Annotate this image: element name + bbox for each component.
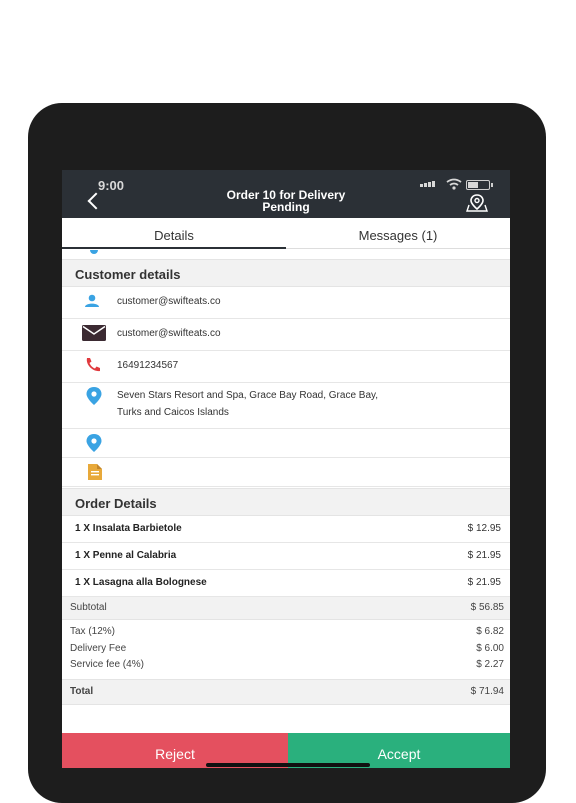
address-line-1[interactable]: Seven Stars Resort and Spa, Grace Bay Ro… [117,387,378,404]
item-price: $ 12.95 [467,523,501,534]
item-name: 1 X Lasagna alla Bolognese [75,577,207,588]
location-icon [90,250,98,254]
page-title: Order 10 for Delivery Pending [186,189,386,213]
active-tab-indicator [62,247,286,249]
section-title: Customer details [75,267,181,282]
status-time: 9:00 [98,178,125,193]
tab-bar: Details Messages (1) [62,218,510,248]
tab-details[interactable]: Details [62,228,286,243]
address-line-2[interactable]: Turks and Caicos Islands [117,404,229,421]
location-icon [86,387,102,405]
item-price: $ 21.95 [467,577,501,588]
item-name: 1 X Insalata Barbietole [75,523,182,534]
signal-icon [420,181,435,187]
order-item: 1 X Penne al Calabria $ 21.95 [62,543,510,570]
notes-row [62,458,510,487]
service-fee-label: Service fee (4%) [70,659,144,670]
delivery-fee-row: Delivery Fee $ 6.00 [62,643,510,659]
nav-bar: 9:00 Order 10 for Delivery Pending [62,170,510,218]
section-title: Order Details [75,496,157,511]
customer-phone[interactable]: 16491234567 [117,357,178,374]
home-indicator [206,763,370,767]
item-name: 1 X Penne al Calabria [75,550,177,561]
customer-username[interactable]: customer@swifteats.co [117,293,221,310]
customer-username-row: customer@swifteats.co [62,287,510,319]
tax-label: Tax (12%) [70,626,116,637]
map-pin-icon[interactable] [466,194,488,212]
customer-phone-row: 16491234567 [62,351,510,383]
service-fee-row: Service fee (4%) $ 2.27 [62,659,510,675]
phone-icon [86,358,100,372]
customer-address-row: Seven Stars Resort and Spa, Grace Bay Ro… [62,383,510,429]
subtotal-value: $ 56.85 [470,602,504,613]
item-price: $ 21.95 [467,550,501,561]
tab-messages[interactable]: Messages (1) [286,228,510,243]
wifi-icon [446,178,462,190]
subtotal-row: Subtotal $ 56.85 [62,597,510,620]
delivery-fee-label: Delivery Fee [70,643,127,654]
customer-details-header: Customer details [62,259,510,287]
location-icon [86,434,102,452]
back-icon[interactable] [87,192,105,210]
order-details-header: Order Details [62,488,510,516]
customer-email[interactable]: customer@swifteats.co [117,325,221,342]
total-value: $ 71.94 [470,686,504,697]
app-screen: 9:00 Order 10 for Delivery Pending Detai… [62,170,510,768]
service-fee-value: $ 2.27 [476,659,504,670]
tax-value: $ 6.82 [476,626,504,637]
tax-row: Tax (12%) $ 6.82 [62,626,510,642]
mail-icon [82,325,106,341]
order-item: 1 X Lasagna alla Bolognese $ 21.95 [62,570,510,597]
delivery-fee-value: $ 6.00 [476,643,504,654]
tab-divider [286,248,510,249]
customer-email-row: customer@swifteats.co [62,319,510,351]
total-row: Total $ 71.94 [62,679,510,705]
subtotal-label: Subtotal [70,602,107,613]
battery-icon [466,180,493,190]
user-icon [85,294,99,307]
notes-icon [88,464,102,480]
title-line-2: Pending [262,200,310,214]
order-item: 1 X Insalata Barbietole $ 12.95 [62,516,510,543]
delivery-location-row [62,429,510,458]
total-label: Total [70,686,94,697]
